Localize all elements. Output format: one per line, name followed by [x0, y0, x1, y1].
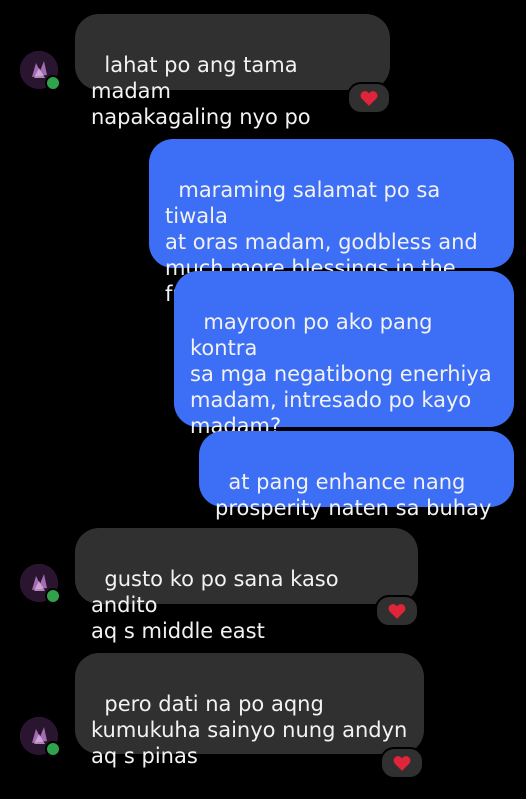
- message-text: gusto ko po sana kaso andito aq s middle…: [91, 567, 339, 643]
- outgoing-message-bubble[interactable]: maraming salamat po sa tiwala at oras ma…: [149, 139, 514, 306]
- message-text: pero dati na po aqng kumukuha sainyo nun…: [91, 692, 408, 768]
- message-reaction[interactable]: [347, 82, 391, 114]
- heart-icon: [393, 756, 411, 771]
- incoming-message-bubble[interactable]: lahat po ang tama madam napakagaling nyo…: [75, 14, 390, 129]
- contact-avatar[interactable]: [20, 51, 61, 91]
- message-text: mayroon po ako pang kontra sa mga negati…: [190, 310, 492, 438]
- outgoing-message-bubble[interactable]: at pang enhance nang prosperity naten sa…: [199, 431, 514, 520]
- outgoing-message-bubble[interactable]: mayroon po ako pang kontra sa mga negati…: [174, 271, 514, 438]
- online-status-dot: [45, 741, 61, 757]
- online-status-dot: [45, 75, 61, 91]
- message-text: lahat po ang tama madam napakagaling nyo…: [91, 53, 311, 129]
- online-status-dot: [45, 588, 61, 604]
- heart-icon: [388, 604, 406, 619]
- message-reaction[interactable]: [375, 595, 419, 627]
- contact-avatar[interactable]: [20, 564, 61, 604]
- heart-icon: [360, 91, 378, 106]
- message-text: at pang enhance nang prosperity naten sa…: [215, 470, 492, 520]
- message-reaction[interactable]: [380, 747, 424, 779]
- incoming-message-bubble[interactable]: gusto ko po sana kaso andito aq s middle…: [75, 528, 418, 643]
- contact-avatar[interactable]: [20, 717, 61, 757]
- incoming-message-bubble[interactable]: pero dati na po aqng kumukuha sainyo nun…: [75, 653, 424, 768]
